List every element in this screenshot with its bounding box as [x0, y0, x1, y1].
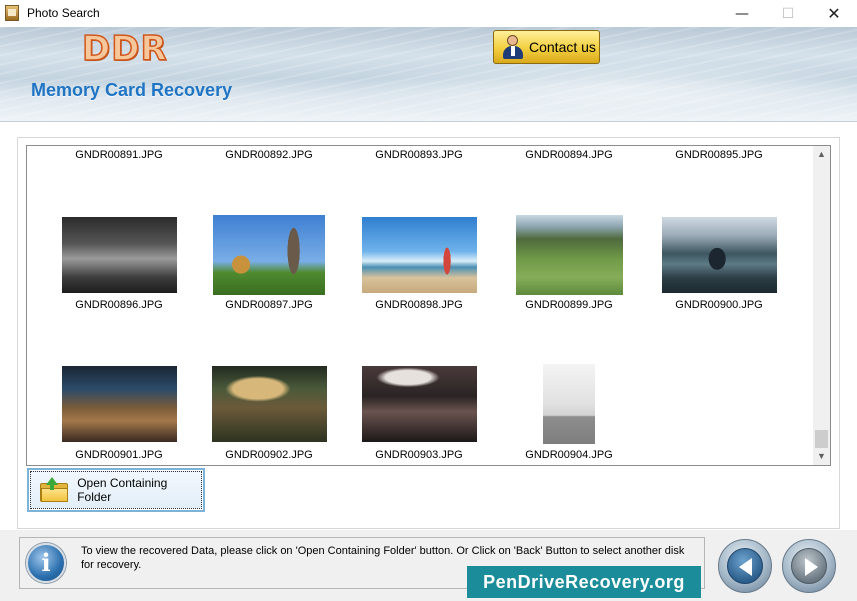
photo-results-grid[interactable]: GNDR00891.JPG GNDR00892.JPG GNDR00893.JPG G…: [26, 145, 831, 466]
photo-filename[interactable]: GNDR00902.JPG: [194, 449, 344, 461]
photo-filename[interactable]: GNDR00896.JPG: [44, 299, 194, 311]
arrow-right-icon: [805, 558, 818, 576]
app-icon: [5, 5, 19, 21]
photo-thumbnail[interactable]: [211, 366, 327, 442]
photo-thumbnail[interactable]: [213, 215, 325, 295]
photo-filename[interactable]: GNDR00899.JPG: [494, 299, 644, 311]
photo-filename[interactable]: GNDR00892.JPG: [194, 149, 344, 161]
contact-person-icon: [502, 34, 524, 60]
photo-filename[interactable]: GNDR00895.JPG: [644, 149, 794, 161]
photo-filename[interactable]: GNDR00904.JPG: [494, 449, 644, 461]
photo-filename[interactable]: GNDR00901.JPG: [44, 449, 194, 461]
open-folder-label: Open Containing Folder: [77, 476, 168, 504]
ddr-logo: DDR: [81, 28, 168, 70]
photo-filename[interactable]: GNDR00894.JPG: [494, 149, 644, 161]
photo-thumbnail[interactable]: [543, 364, 595, 444]
contact-us-label: Contact us: [529, 39, 596, 55]
contact-us-button[interactable]: Contact us: [493, 30, 600, 64]
photo-filename[interactable]: GNDR00893.JPG: [344, 149, 494, 161]
arrow-left-icon: [739, 558, 752, 576]
photo-filename[interactable]: GNDR00903.JPG: [344, 449, 494, 461]
scroll-thumb[interactable]: [815, 430, 828, 448]
info-icon: i: [26, 543, 66, 583]
open-containing-folder-button[interactable]: Open Containing Folder: [27, 468, 205, 512]
back-button[interactable]: [718, 539, 772, 593]
photo-filename[interactable]: GNDR00900.JPG: [644, 299, 794, 311]
photo-thumbnail[interactable]: [61, 366, 177, 442]
watermark-banner: PenDriveRecovery.org: [467, 566, 701, 598]
photo-thumbnail[interactable]: [361, 217, 477, 293]
close-button[interactable]: ✕: [811, 0, 857, 27]
photo-thumbnail[interactable]: [515, 215, 623, 295]
photo-thumbnail[interactable]: [661, 217, 777, 293]
title-bar: Photo Search — ☐ ✕: [0, 0, 857, 27]
window-title: Photo Search: [27, 6, 100, 20]
open-folder-icon: [40, 477, 68, 503]
header-banner: DDR Contact us Memory Card Recovery: [0, 27, 857, 122]
next-button[interactable]: [782, 539, 836, 593]
photo-filename[interactable]: GNDR00897.JPG: [194, 299, 344, 311]
photo-thumbnail[interactable]: [61, 217, 177, 293]
scroll-up-icon[interactable]: ▲: [813, 146, 830, 163]
photo-filename[interactable]: GNDR00891.JPG: [44, 149, 194, 161]
minimize-button[interactable]: —: [719, 0, 765, 27]
photo-filename[interactable]: GNDR00898.JPG: [344, 299, 494, 311]
scroll-down-icon[interactable]: ▼: [813, 448, 830, 465]
vertical-scrollbar[interactable]: ▲ ▼: [813, 146, 830, 465]
product-subtitle: Memory Card Recovery: [31, 80, 233, 100]
maximize-button[interactable]: ☐: [765, 0, 811, 27]
photo-thumbnail[interactable]: [361, 366, 477, 442]
